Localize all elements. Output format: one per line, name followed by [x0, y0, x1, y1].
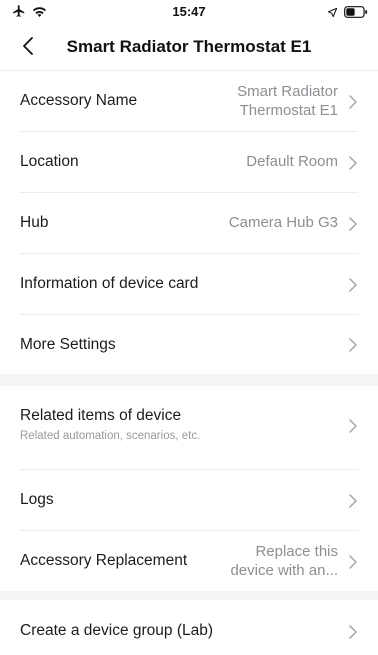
chevron-left-icon — [22, 36, 34, 61]
row-logs[interactable]: Logs — [0, 470, 378, 530]
status-bar: 15:47 — [0, 0, 378, 24]
chevron-right-icon — [349, 625, 357, 639]
chevron-right-icon — [349, 278, 357, 292]
row-label: Create a device group (Lab) — [20, 622, 214, 639]
page-title: Smart Radiator Thermostat E1 — [66, 37, 312, 56]
chevron-right-icon — [349, 95, 357, 109]
row-value-line2: Thermostat E1 — [239, 102, 338, 119]
row-label: Accessory Name — [20, 92, 138, 109]
row-accessory-name[interactable]: Accessory Name Smart Radiator Thermostat… — [0, 71, 378, 131]
row-value: Default Room — [246, 153, 338, 170]
row-value: Smart Radiator Thermostat E1 — [237, 82, 338, 120]
row-value: Replace this device with an... — [230, 542, 338, 580]
row-create-device-group[interactable]: Create a device group (Lab) — [0, 600, 378, 655]
row-value-line2: device with an... — [230, 562, 338, 579]
row-label: Location — [20, 153, 79, 170]
location-arrow-icon — [327, 5, 338, 23]
status-time: 15:47 — [172, 4, 206, 19]
row-label: Logs — [20, 491, 54, 508]
status-right-icons — [327, 5, 368, 23]
row-hub[interactable]: Hub Camera Hub G3 — [0, 193, 378, 253]
row-value-line1: Replace this — [255, 543, 338, 560]
battery-icon — [344, 5, 368, 23]
row-label: Related items of device — [20, 407, 182, 424]
row-accessory-replacement[interactable]: Accessory Replacement Replace this devic… — [0, 531, 378, 591]
row-location[interactable]: Location Default Room — [0, 132, 378, 192]
row-label: Accessory Replacement — [20, 552, 188, 569]
row-sublabel: Related automation, scenarios, etc. — [20, 430, 201, 442]
chevron-right-icon — [349, 494, 357, 508]
row-label: More Settings — [20, 336, 116, 353]
row-more-settings[interactable]: More Settings — [0, 315, 378, 374]
chevron-right-icon — [349, 338, 357, 352]
row-related-items[interactable]: Related items of device Related automati… — [0, 386, 378, 469]
section-separator — [0, 591, 378, 600]
chevron-right-icon — [349, 217, 357, 231]
section-separator — [0, 374, 378, 386]
chevron-right-icon — [349, 555, 357, 569]
row-value-line1: Smart Radiator — [237, 83, 338, 100]
back-button[interactable] — [14, 34, 42, 62]
row-label: Hub — [20, 214, 49, 231]
chevron-right-icon — [349, 156, 357, 170]
nav-bar: Smart Radiator Thermostat E1 — [0, 28, 378, 68]
chevron-right-icon — [349, 419, 357, 433]
row-value: Camera Hub G3 — [228, 214, 338, 231]
row-device-card-info[interactable]: Information of device card — [0, 254, 378, 314]
row-label: Information of device card — [20, 275, 199, 292]
